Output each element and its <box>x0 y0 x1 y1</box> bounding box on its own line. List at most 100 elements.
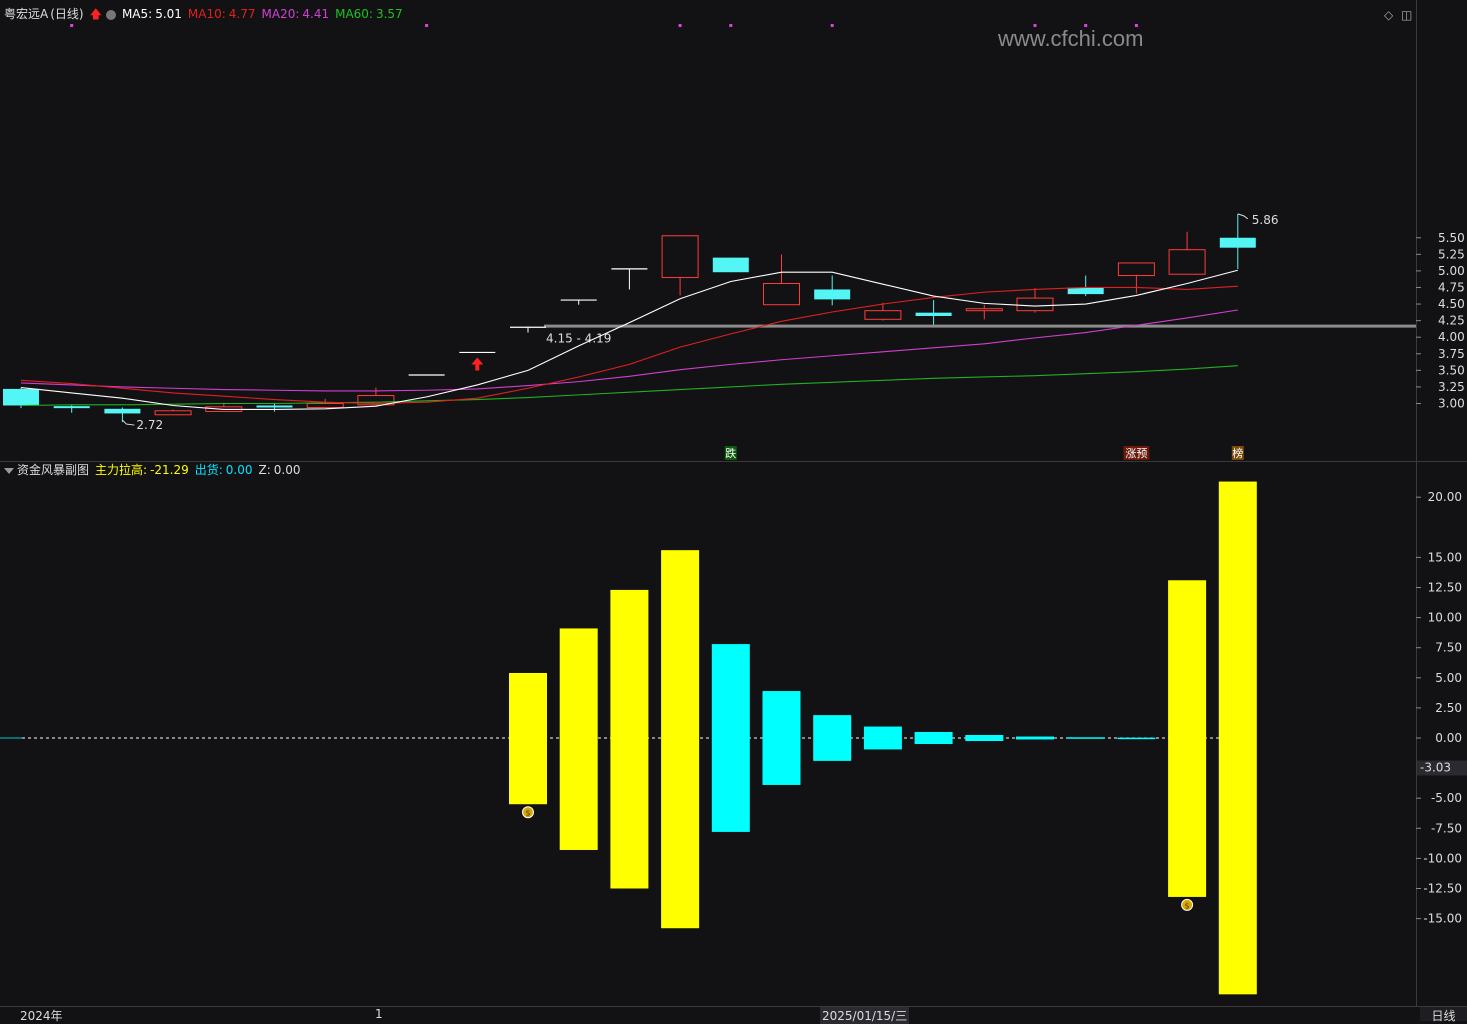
sub-y-tick-label: -12.50 <box>1423 882 1462 896</box>
sub-bar <box>965 734 1004 742</box>
ma5-value: 5.01 <box>155 7 182 21</box>
mark-bang: 榜 <box>1232 446 1243 460</box>
collapse-chevron-icon[interactable] <box>4 467 14 474</box>
high-label: 5.86 <box>1252 213 1279 227</box>
candle-body <box>915 312 952 316</box>
sub-bar <box>863 726 902 750</box>
ma60-label: MA60: <box>335 7 373 21</box>
sub-y-tick-label: 0.00 <box>1435 731 1462 745</box>
main-y-tick-label: 5.50 <box>1438 231 1465 245</box>
sub-bar <box>813 715 852 761</box>
candle-body <box>256 405 293 408</box>
ma5-label: MA5: <box>121 7 153 21</box>
period-button[interactable]: 日线 <box>1420 1007 1467 1023</box>
main-y-tick-label: 3.50 <box>1438 363 1465 377</box>
mark-zhangyu: 涨预 <box>1125 447 1147 460</box>
x-axis-month-label: 1 <box>375 1007 383 1021</box>
ma10-value: 4.77 <box>228 7 256 21</box>
main-y-tick-label: 4.75 <box>1438 280 1465 294</box>
main-y-tick-label: 3.75 <box>1438 347 1465 361</box>
sub-bar <box>711 644 750 832</box>
ma60-value: 3.57 <box>375 7 403 21</box>
sub-y-tick-label: 10.00 <box>1428 611 1462 625</box>
period-label: (日线) <box>50 7 84 21</box>
money-bag-symbol: $ <box>1185 901 1190 910</box>
sub-y-tick-label: 15.00 <box>1428 550 1462 564</box>
support-band <box>544 324 1416 328</box>
signal-dot <box>70 24 74 27</box>
sub-axis-marker: -3.03 <box>1420 760 1451 774</box>
candle-body <box>864 310 902 320</box>
ma20-value: 4.41 <box>302 7 330 21</box>
main-chart-header: 粤宏远A (日线) 🡅 MA5: 5.01 MA10: 4.77 MA20: 4.41 MA60:… <box>4 6 409 22</box>
main-y-tick-label: 3.25 <box>1438 380 1465 394</box>
up-arrow-icon: 🡅 <box>89 7 102 21</box>
chuhuo-value: 0.00 <box>225 463 253 477</box>
sub-bar <box>1066 737 1105 739</box>
sub-y-tick-label: -10.00 <box>1423 851 1462 865</box>
signal-dot <box>729 24 733 27</box>
candle-body <box>712 257 749 273</box>
low-label: 2.72 <box>136 418 163 432</box>
settings-circle-icon[interactable] <box>105 9 116 20</box>
sub-y-tick-label: 7.50 <box>1435 641 1462 655</box>
ma10-label: MA10: <box>187 7 226 21</box>
main-y-tick-label: 4.50 <box>1438 297 1465 311</box>
candle-body <box>814 289 851 300</box>
x-axis-crosshair-date: 2025/01/15/三 <box>820 1007 910 1024</box>
candle-body <box>3 388 39 406</box>
sub-bar <box>559 628 598 850</box>
candle-body <box>1219 237 1256 248</box>
indicator-name[interactable]: 资金风暴副图 <box>17 463 89 477</box>
main-y-tick-label: 5.25 <box>1438 247 1465 261</box>
z-value: 0.00 <box>273 463 301 477</box>
diamond-icon[interactable]: ◇ <box>1384 8 1393 22</box>
main-y-tick-label: 3.00 <box>1438 397 1465 411</box>
money-bag-symbol: $ <box>525 809 530 818</box>
watermark: www.cfchi.com <box>998 26 1144 51</box>
sub-bar <box>509 672 547 805</box>
sub-y-tick-label: 20.00 <box>1428 490 1462 504</box>
sub-bar <box>1218 481 1257 995</box>
candle-body <box>1168 249 1206 275</box>
main-y-tick-label: 4.00 <box>1438 330 1465 344</box>
candle-body <box>154 410 192 416</box>
stock-chart[interactable]: 5.50 5.25 5.00 4.75 4.50 4.25 4.00 3.75 3.50 3.25… <box>0 0 1467 1021</box>
sub-y-tick-label: -15.00 <box>1423 912 1462 926</box>
sub-bar <box>914 731 953 745</box>
candle-body <box>306 403 344 408</box>
sub-bar <box>610 589 649 889</box>
stock-name[interactable]: 粤宏远A <box>4 7 48 21</box>
sub-y-tick-label: -7.50 <box>1431 821 1462 835</box>
candle-body <box>53 406 90 409</box>
candle-body <box>661 235 699 279</box>
window-toggle-icon[interactable]: ◫ <box>1401 8 1412 22</box>
x-axis-year-label: 2024年 <box>20 1009 63 1023</box>
z-label: Z: <box>258 463 271 477</box>
sub-bar <box>1016 736 1054 740</box>
main-y-tick-label: 5.00 <box>1438 264 1465 278</box>
main-y-tick-label: 4.25 <box>1438 314 1465 328</box>
signal-dot <box>830 24 834 27</box>
sub-y-tick-label: 5.00 <box>1435 671 1462 685</box>
sub-chart-header: 资金风暴副图 主力拉高: -21.29 出货: 0.00 Z: 0.00 <box>4 462 307 478</box>
sub-bar <box>661 550 700 929</box>
sub-bar <box>1117 737 1156 740</box>
x-axis <box>0 1006 1467 1022</box>
sub-y-tick-label: 2.50 <box>1435 701 1462 715</box>
support-band-label: 4.15 - 4.19 <box>546 331 611 345</box>
candle-body <box>104 408 141 414</box>
candle-body <box>1117 262 1155 277</box>
zhuli-label: 主力拉高: <box>95 463 148 477</box>
ma20-label: MA20: <box>261 7 300 21</box>
sub-y-tick-label: -5.00 <box>1431 791 1462 805</box>
candle-body <box>763 282 800 306</box>
chuhuo-label: 出货: <box>194 463 223 477</box>
signal-dot <box>425 24 429 27</box>
candle-body <box>1016 297 1054 312</box>
mark-die: 跌 <box>725 446 736 460</box>
signal-dot <box>678 24 682 27</box>
candle-body <box>965 308 1003 312</box>
zhuli-value: -21.29 <box>150 463 189 477</box>
sub-y-tick-label: 12.50 <box>1428 581 1462 595</box>
